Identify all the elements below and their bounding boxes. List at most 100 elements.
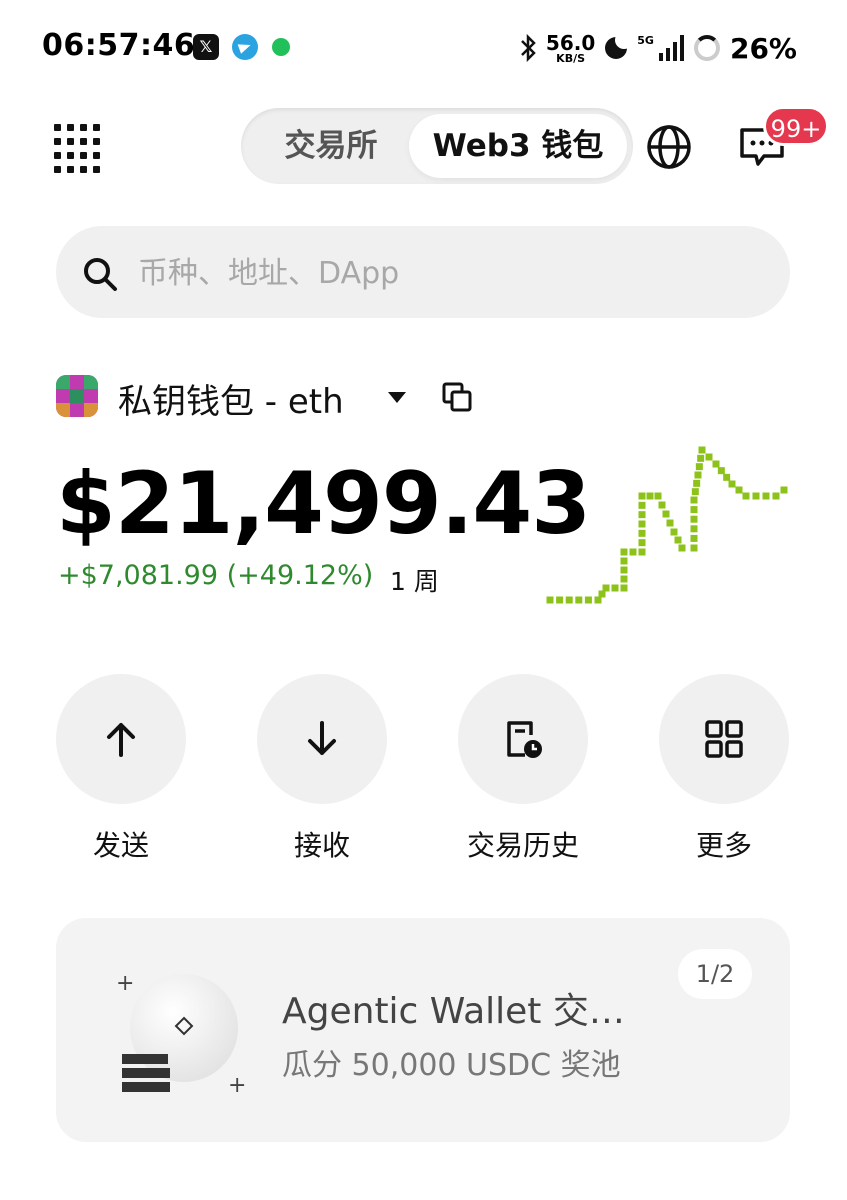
search-bar[interactable] [56, 226, 790, 320]
sparkline-dot [556, 596, 564, 604]
sparkline-dot [695, 463, 703, 471]
more-label: 更多 [695, 829, 752, 862]
wallet-balance: $21,499.43 [56, 454, 591, 554]
do-not-disturb-icon [605, 31, 634, 59]
promo-pager: 1/2 [678, 949, 752, 999]
send-label: 发送 [92, 829, 149, 862]
sparkline-dot [575, 596, 583, 604]
promo-title: Agentic Wallet 交… [282, 991, 625, 1032]
search-icon [84, 258, 117, 291]
sparkline-dot [638, 539, 646, 547]
sparkline-dot [638, 529, 646, 537]
sparkline-dot [694, 471, 702, 479]
apps-menu-icon[interactable] [54, 124, 100, 173]
sparkline-dot [691, 488, 699, 496]
search-input[interactable] [136, 226, 760, 320]
battery-level: 26% [729, 31, 797, 65]
sparkline-dot [717, 467, 725, 475]
status-bar: 06:57:46 𝕏 56.0 KB/S 5G 26% [0, 0, 847, 96]
net-speed: 56.0 KB/S [545, 30, 596, 65]
sparkline-dot [742, 492, 750, 500]
history-icon [507, 721, 542, 758]
mode-switch: 交易所 Web3 钱包 [241, 108, 633, 184]
tab-exchange[interactable]: 交易所 [251, 114, 411, 178]
more-button[interactable] [659, 674, 789, 804]
arrow-down-icon [308, 721, 336, 755]
sparkline-dot [620, 584, 628, 592]
sparkline-dot [638, 548, 646, 556]
sparkline-dot [690, 515, 698, 523]
sparkline-dot [620, 557, 628, 565]
telegram-icon [232, 34, 258, 60]
sparkline-dot [584, 596, 592, 604]
sparkline-dot [752, 492, 760, 500]
svg-text:+: + [228, 1073, 246, 1098]
sparkline-dot [662, 510, 670, 518]
sparkline-dot [690, 506, 698, 514]
sparkline-dot [772, 492, 780, 500]
balance-change: +$7,081.99 (+49.12%) [58, 560, 374, 591]
sparkline-dot [693, 479, 701, 487]
sparkline-dot [646, 492, 654, 500]
history-label: 交易历史 [466, 829, 579, 862]
chevron-down-icon[interactable] [388, 392, 406, 403]
promo-illustration: + + [116, 971, 246, 1098]
history-button[interactable] [458, 674, 588, 804]
sparkline-dot [735, 486, 743, 494]
globe-icon[interactable] [646, 124, 692, 170]
copy-icon[interactable] [442, 382, 472, 412]
arrow-up-icon [107, 723, 135, 757]
status-time: 06:57:46 [42, 28, 196, 63]
sparkline-dot [611, 584, 619, 592]
sparkline-dot [723, 473, 731, 481]
sparkline-dot [594, 596, 602, 604]
sparkline-dot [638, 501, 646, 509]
change-period[interactable]: 1 周 [390, 562, 439, 598]
x-icon: 𝕏 [193, 34, 219, 60]
sparkline-dot [728, 480, 736, 488]
sparkline-dot [565, 596, 573, 604]
sparkline-dot [620, 566, 628, 574]
sparkline-dot [629, 548, 637, 556]
sparkline-dot [697, 454, 705, 462]
sparkline-dot [620, 575, 628, 583]
sparkline-dot [674, 536, 682, 544]
status-indicators: 56.0 KB/S 5G 26% [520, 30, 797, 66]
balance-sparkline [546, 446, 788, 604]
wallet-avatar[interactable] [56, 375, 98, 417]
send-button[interactable] [56, 674, 186, 804]
sparkline-dot [638, 492, 646, 500]
sparkline-dot [690, 544, 698, 552]
notification-badge: 99+ [763, 106, 829, 146]
sparkline-dot [698, 446, 706, 454]
message-icon [272, 38, 290, 56]
signal-icon: 5G [637, 35, 684, 61]
sparkline-dot [678, 544, 686, 552]
sparkline-dot [658, 501, 666, 509]
sparkline-dot [598, 590, 606, 598]
svg-text:+: + [116, 971, 134, 996]
grid-icon [705, 720, 743, 758]
sparkline-dot [620, 548, 628, 556]
sparkline-dot [762, 492, 770, 500]
sparkline-dot [666, 519, 674, 527]
battery-icon [693, 35, 720, 61]
promo-subtitle: 瓜分 50,000 USDC 奖池 [282, 1048, 621, 1083]
sparkline-dot [670, 528, 678, 536]
sparkline-dot [690, 525, 698, 533]
bluetooth-icon [521, 34, 536, 62]
sparkline-dot [654, 492, 662, 500]
tab-web3-wallet[interactable]: Web3 钱包 [409, 114, 627, 178]
sparkline-dot [780, 486, 788, 494]
sparkline-dot [690, 534, 698, 542]
sparkline-dot [546, 596, 554, 604]
sparkline-dot [602, 584, 610, 592]
sparkline-dot [712, 460, 720, 468]
receive-button[interactable] [257, 674, 387, 804]
sparkline-dot [690, 496, 698, 504]
wallet-name[interactable]: 私钥钱包 - eth [118, 374, 344, 423]
receive-label: 接收 [293, 829, 350, 862]
sparkline-dot [705, 453, 713, 461]
sparkline-dot [638, 511, 646, 519]
sparkline-dot [638, 520, 646, 528]
